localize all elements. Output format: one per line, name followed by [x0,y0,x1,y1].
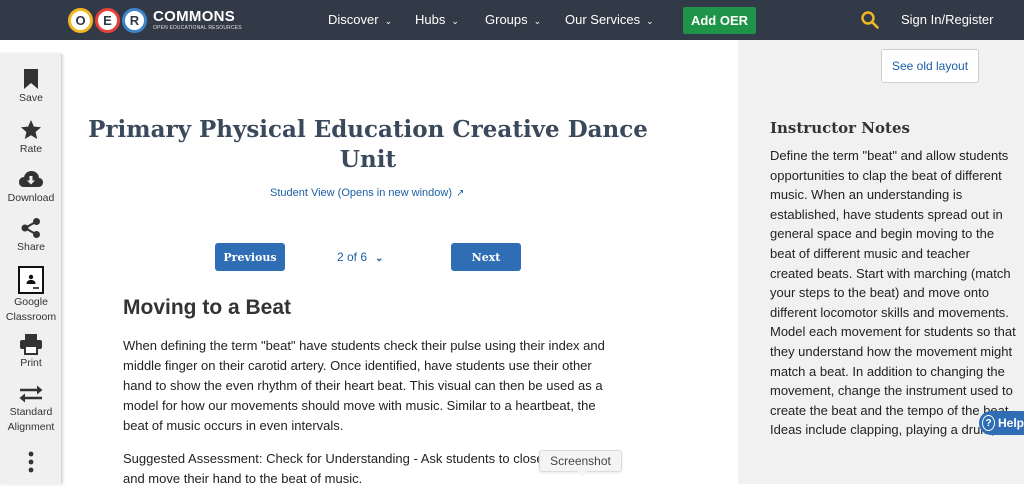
more-options-button[interactable] [0,451,62,473]
nav-groups[interactable]: Groups ⌄ [485,12,541,27]
download-button[interactable]: Download [0,168,62,206]
chevron-down-icon: ⌄ [533,16,542,26]
save-button[interactable]: Save [0,68,62,106]
more-vertical-icon [28,451,34,473]
share-button[interactable]: Share [0,217,62,255]
resource-toolbar: Save Rate Download Share Google Classroo… [0,54,62,484]
rate-label: Rate [19,143,43,155]
chevron-down-icon: ⌄ [375,253,384,264]
external-link-icon: ↗ [456,188,465,199]
logo-sub-text: OPEN EDUCATIONAL RESOURCES [153,25,242,31]
logo-main-text: COMMONS [153,8,236,25]
printer-icon [20,334,42,355]
page-selector[interactable]: 2 of 6 ⌄ [337,250,383,264]
instructor-notes-title: Instructor Notes [770,119,910,137]
sign-in-register-link[interactable]: Sign In/Register [901,12,994,27]
logo-letter-r: R [122,7,147,33]
section-title: Moving to a Beat [123,296,292,319]
nav-discover-label: Discover [328,12,379,27]
next-button[interactable]: Next [451,243,521,271]
chevron-down-icon: ⌄ [451,16,459,26]
help-button[interactable]: ? Help [979,411,1024,435]
previous-button[interactable]: Previous [215,243,285,271]
print-button[interactable]: Print [0,333,62,371]
standard-alignment-label: Standard Alignment [7,406,55,434]
star-icon [21,120,41,139]
save-label: Save [19,92,43,104]
page-indicator: 2 of 6 [337,250,368,264]
main-content: Primary Physical Education Creative Danc… [62,40,738,486]
help-icon: ? [982,415,995,431]
top-navigation-bar: O E R COMMONS OPEN EDUCATIONAL RESOURCES… [0,0,1024,40]
download-label: Download [7,192,55,204]
chevron-down-icon: ⌄ [646,16,654,26]
arrows-icon [19,385,43,403]
search-icon[interactable] [860,10,880,30]
logo-letter-o: O [68,7,93,33]
google-classroom-icon [18,266,44,294]
student-view-label: Student View (Opens in new window) [270,187,453,199]
nav-hubs-label: Hubs [415,12,446,27]
cloud-download-icon [19,171,43,187]
print-label: Print [20,357,42,369]
nav-groups-label: Groups [485,12,528,27]
rate-button[interactable]: Rate [0,119,62,157]
student-view-link[interactable]: Student View (Opens in new window) ↗ [270,187,464,199]
bookmark-icon [24,69,38,89]
google-classroom-label: Google Classroom [5,296,57,324]
body-paragraph: When defining the term "beat" have stude… [123,338,605,433]
nav-hubs[interactable]: Hubs ⌄ [415,12,459,27]
page-title: Primary Physical Education Creative Danc… [88,116,648,173]
oer-commons-logo[interactable]: O E R COMMONS OPEN EDUCATIONAL RESOURCES [68,4,242,36]
nav-our-services-label: Our Services [565,12,641,27]
chevron-down-icon: ⌄ [384,16,393,26]
share-label: Share [16,241,46,253]
screenshot-tooltip: Screenshot [539,450,622,477]
nav-our-services[interactable]: Our Services ⌄ [565,12,654,27]
share-icon [21,218,40,238]
instructor-notes-body: Define the term "beat" and allow student… [770,148,1016,438]
add-oer-button[interactable]: Add OER [683,7,756,34]
help-label: Help [997,416,1024,430]
logo-letter-e: E [95,7,120,33]
logo-text: COMMONS OPEN EDUCATIONAL RESOURCES [153,9,242,31]
nav-discover[interactable]: Discover ⌄ [328,12,392,27]
google-classroom-button[interactable]: Google Classroom [0,266,62,325]
see-old-layout-button[interactable]: See old layout [881,49,979,83]
standard-alignment-button[interactable]: Standard Alignment [0,384,62,435]
